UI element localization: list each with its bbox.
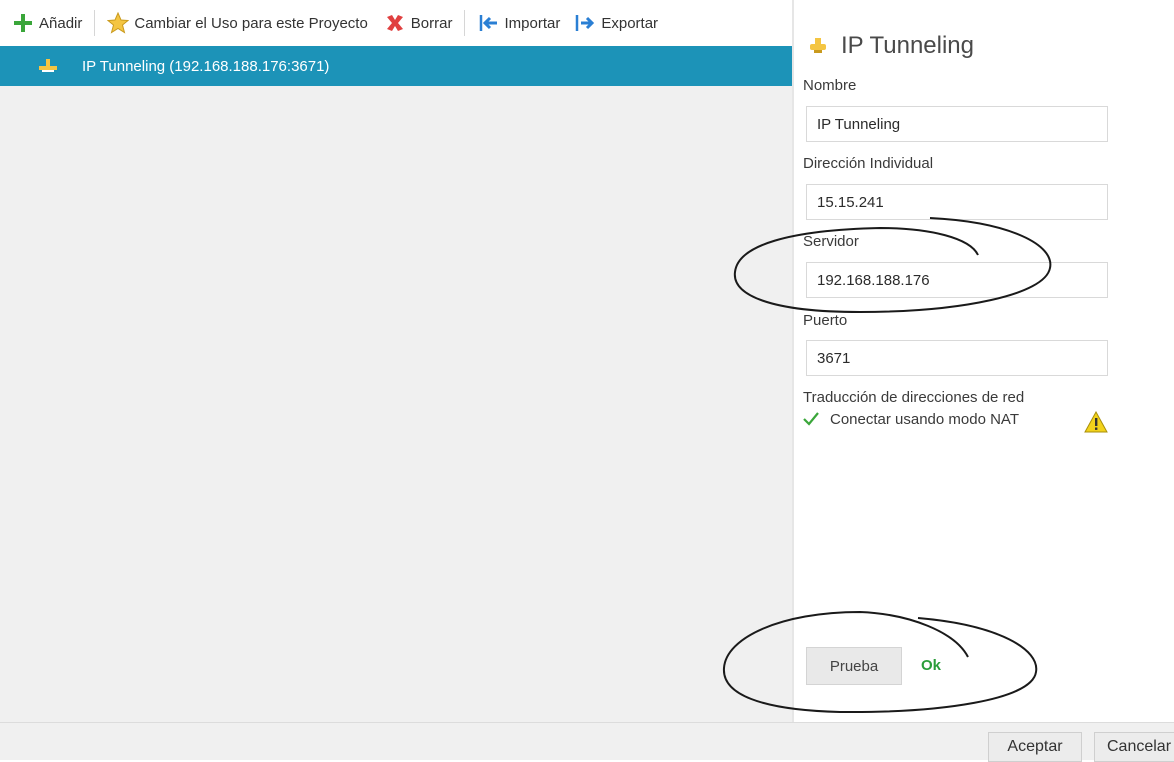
toolbar: Añadir Cambiar el Uso para este Proyecto…: [0, 0, 792, 46]
port-label: Puerto: [803, 312, 848, 329]
properties-panel: IP Tunneling Nombre Dirección Individual…: [794, 0, 1174, 722]
export-arrow-icon: [574, 12, 596, 34]
address-field[interactable]: [806, 184, 1108, 220]
connection-list: IP Tunneling (192.168.188.176:3671): [0, 46, 792, 722]
name-label: Nombre: [803, 77, 857, 94]
change-use-button[interactable]: Cambiar el Uso para este Proyecto: [103, 0, 371, 46]
server-label: Servidor: [803, 233, 859, 250]
test-result: Ok: [921, 657, 942, 674]
nat-checkbox[interactable]: [802, 410, 820, 428]
panel-title: IP Tunneling: [807, 32, 974, 60]
ip-tunnel-icon: [807, 35, 829, 57]
toolbar-separator: [464, 10, 466, 36]
plus-icon: [12, 12, 34, 34]
delete-button[interactable]: Borrar: [380, 0, 457, 46]
import-label: Importar: [504, 14, 561, 32]
change-use-label: Cambiar el Uso para este Proyecto: [134, 14, 368, 32]
panel-title-text: IP Tunneling: [841, 32, 974, 59]
import-arrow-icon: [477, 12, 499, 34]
port-field[interactable]: [806, 340, 1108, 376]
dialog-footer: Aceptar Cancelar: [0, 722, 1174, 762]
test-button[interactable]: Prueba: [806, 647, 902, 685]
cancel-button[interactable]: Cancelar: [1094, 732, 1174, 762]
export-label: Exportar: [601, 14, 659, 32]
accept-button[interactable]: Aceptar: [988, 732, 1082, 762]
delete-x-icon: [384, 12, 406, 34]
name-field[interactable]: [806, 106, 1108, 142]
export-button[interactable]: Exportar: [570, 0, 662, 46]
add-label: Añadir: [39, 14, 83, 32]
list-item-label: IP Tunneling (192.168.188.176:3671): [82, 57, 330, 75]
star-icon: [107, 12, 130, 34]
delete-label: Borrar: [410, 14, 453, 32]
nat-checkbox-row: Conectar usando modo NAT: [802, 410, 1019, 428]
list-item[interactable]: IP Tunneling (192.168.188.176:3671): [0, 46, 792, 86]
checkmark-icon: [803, 412, 819, 426]
add-button[interactable]: Añadir: [8, 0, 86, 46]
nat-section-label: Traducción de direcciones de red: [803, 389, 1025, 406]
import-button[interactable]: Importar: [473, 0, 564, 46]
nat-checkbox-label: Conectar usando modo NAT: [830, 410, 1019, 428]
warning-icon: [1084, 410, 1108, 433]
server-field[interactable]: [806, 262, 1108, 298]
address-label: Dirección Individual: [803, 155, 934, 172]
toolbar-separator: [94, 10, 96, 36]
ip-tunnel-icon: [36, 54, 60, 78]
